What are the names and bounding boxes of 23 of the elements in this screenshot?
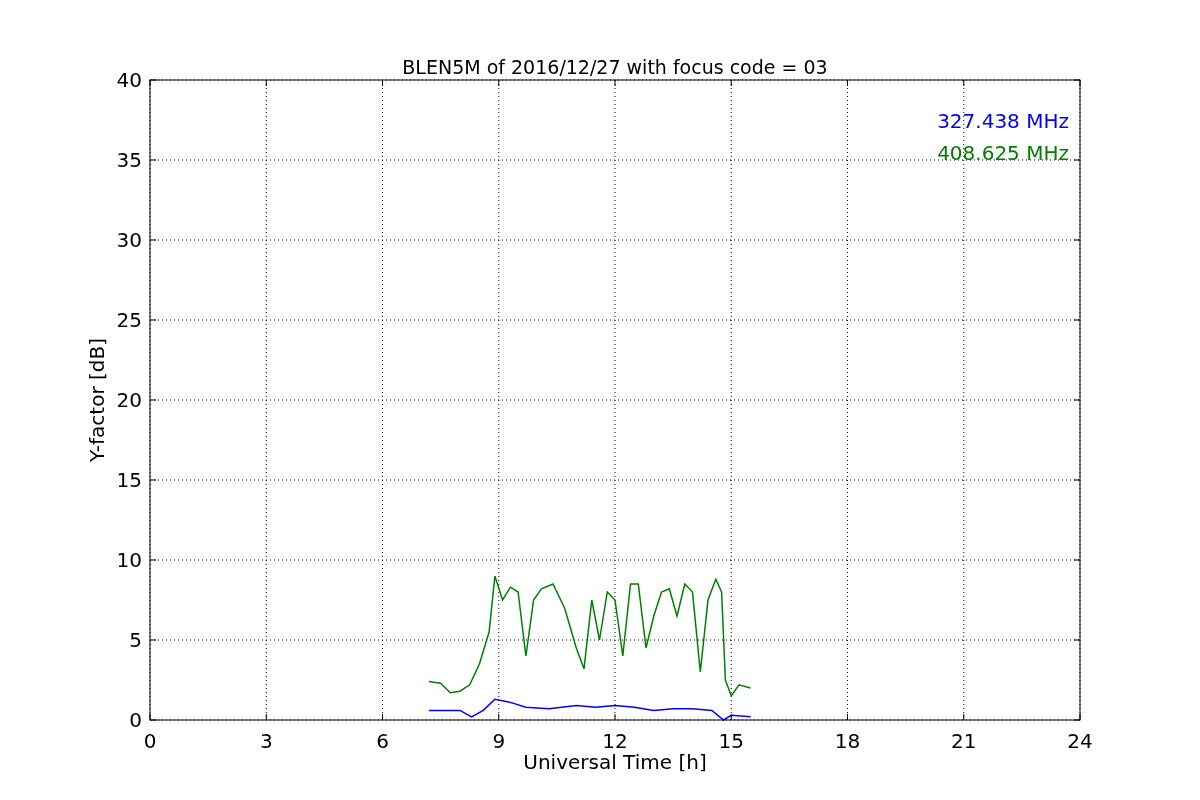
chart-title: BLEN5M of 2016/12/27 with focus code = 03 — [402, 56, 828, 78]
x-tick-label: 0 — [143, 729, 157, 753]
y-tick-label: 25 — [116, 308, 142, 332]
x-tick-label: 24 — [1067, 729, 1093, 753]
y-axis-label: Y-factor [dB] — [85, 338, 109, 462]
y-tick-label: 20 — [116, 388, 142, 412]
y-tick-label: 10 — [116, 548, 142, 572]
x-tick-label: 12 — [602, 729, 628, 753]
y-tick-label: 5 — [129, 628, 142, 652]
legend-label: 327.438 MHz — [937, 109, 1069, 133]
x-tick-label: 18 — [834, 729, 861, 753]
y-tick-label: 40 — [116, 68, 142, 92]
x-axis-label: Universal Time [h] — [523, 750, 707, 774]
x-tick-label: 3 — [259, 729, 273, 753]
x-tick-label: 6 — [376, 729, 389, 753]
y-tick-label: 0 — [129, 708, 142, 732]
y-tick-label: 30 — [116, 228, 142, 252]
x-tick-label: 15 — [718, 729, 744, 753]
y-tick-label: 35 — [116, 148, 142, 172]
y-tick-label: 15 — [116, 468, 142, 492]
legend-label: 408.625 MHz — [937, 141, 1069, 165]
x-tick-label: 21 — [951, 729, 977, 753]
x-tick-label: 9 — [492, 729, 506, 753]
